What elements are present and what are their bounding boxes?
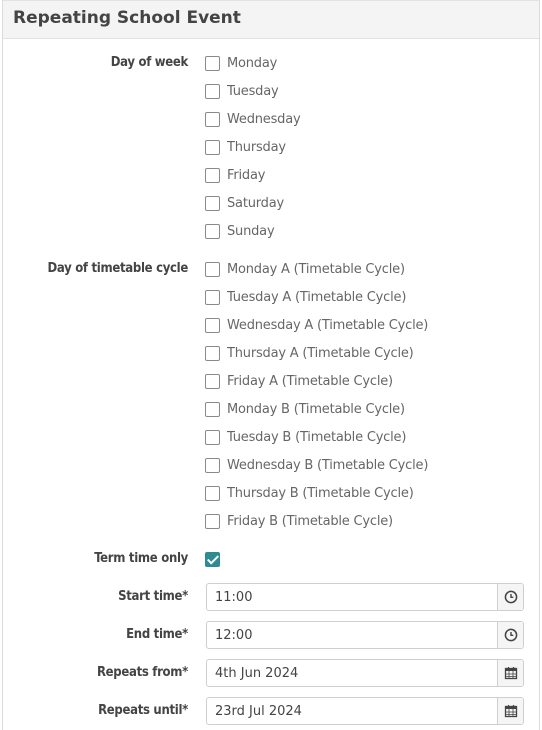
day-of-week-label: Day of week [110, 55, 189, 70]
checkbox-tuesday-b[interactable]: Tuesday B (Timetable Cycle) [205, 428, 406, 446]
checkbox-box[interactable] [205, 167, 220, 183]
checkbox-friday[interactable]: Friday [205, 166, 265, 184]
checkbox-thursday-b[interactable]: Thursday B (Timetable Cycle) [205, 484, 414, 502]
repeats-from-label: Repeats from* [96, 665, 188, 680]
end-time-group [206, 621, 524, 649]
option-label: Friday A (Timetable Cycle) [227, 373, 393, 389]
checkbox-box[interactable] [205, 401, 220, 417]
option-label: Thursday [227, 139, 286, 155]
checkbox-tuesday[interactable]: Tuesday [205, 82, 279, 100]
checkbox-friday-a[interactable]: Friday A (Timetable Cycle) [205, 372, 393, 390]
repeats-from-group [206, 659, 524, 687]
option-label: Tuesday B (Timetable Cycle) [227, 429, 407, 445]
start-time-input[interactable] [207, 584, 497, 610]
option-label: Friday [227, 167, 266, 183]
checkbox-wednesday-a[interactable]: Wednesday A (Timetable Cycle) [205, 316, 428, 334]
end-time-label: End time* [126, 627, 188, 642]
checkbox-wednesday-b[interactable]: Wednesday B (Timetable Cycle) [205, 456, 428, 474]
calendar-icon[interactable] [497, 660, 523, 686]
option-label: Wednesday A (Timetable Cycle) [227, 317, 429, 333]
checkbox-tuesday-a[interactable]: Tuesday A (Timetable Cycle) [205, 288, 406, 306]
checkbox-thursday[interactable]: Thursday [205, 138, 286, 156]
option-label: Wednesday B (Timetable Cycle) [227, 457, 429, 473]
option-label: Monday B (Timetable Cycle) [227, 401, 405, 417]
end-time-input[interactable] [207, 622, 497, 648]
checkbox-box[interactable] [205, 139, 220, 155]
checkbox-box[interactable] [205, 261, 220, 277]
checkbox-wednesday[interactable]: Wednesday [205, 110, 301, 128]
start-time-label: Start time* [118, 589, 188, 604]
checkbox-box[interactable] [205, 223, 220, 239]
repeats-until-input[interactable] [207, 698, 497, 724]
clock-icon[interactable] [497, 584, 523, 610]
option-label: Tuesday [227, 83, 279, 99]
checkbox-saturday[interactable]: Saturday [205, 194, 284, 212]
checkbox-box[interactable] [205, 289, 220, 305]
checkbox-box[interactable] [205, 373, 220, 389]
checkbox-friday-b[interactable]: Friday B (Timetable Cycle) [205, 512, 393, 530]
checkbox-monday[interactable]: Monday [205, 54, 277, 72]
checkbox-box[interactable] [205, 429, 220, 445]
option-label: Thursday B (Timetable Cycle) [227, 485, 414, 501]
option-label: Thursday A (Timetable Cycle) [227, 345, 414, 361]
checkbox-monday-b[interactable]: Monday B (Timetable Cycle) [205, 400, 405, 418]
checkbox-thursday-a[interactable]: Thursday A (Timetable Cycle) [205, 344, 414, 362]
checkbox-box[interactable] [205, 83, 220, 99]
checkbox-box[interactable] [205, 345, 220, 361]
option-label: Tuesday A (Timetable Cycle) [227, 289, 407, 305]
option-label: Saturday [227, 195, 284, 211]
repeats-until-group [206, 697, 524, 725]
option-label: Wednesday [227, 111, 301, 127]
checkbox-box[interactable] [205, 485, 220, 501]
clock-icon[interactable] [497, 622, 523, 648]
panel-header: Repeating School Event [3, 0, 539, 39]
checkbox-box[interactable] [205, 457, 220, 473]
checkbox-sunday[interactable]: Sunday [205, 222, 275, 240]
checkbox-box[interactable] [205, 317, 220, 333]
option-label: Monday A (Timetable Cycle) [227, 261, 405, 277]
repeats-until-label: Repeats until* [98, 703, 188, 718]
day-of-timetable-cycle-label: Day of timetable cycle [47, 261, 189, 276]
calendar-icon[interactable] [497, 698, 523, 724]
checkbox-box[interactable] [205, 513, 220, 529]
start-time-group [206, 583, 524, 611]
panel-title: Repeating School Event [13, 8, 241, 28]
term-time-only-checkbox[interactable] [205, 550, 220, 568]
checkbox-box[interactable] [205, 111, 220, 127]
repeats-from-input[interactable] [207, 660, 497, 686]
option-label: Sunday [227, 223, 275, 239]
term-time-only-label: Term time only [94, 551, 188, 566]
checkbox-box[interactable] [205, 55, 220, 71]
checkbox-monday-a[interactable]: Monday A (Timetable Cycle) [205, 260, 405, 278]
checkbox-checked[interactable] [205, 551, 220, 567]
checkbox-box[interactable] [205, 195, 220, 211]
option-label: Monday [227, 55, 278, 71]
option-label: Friday B (Timetable Cycle) [227, 513, 393, 529]
